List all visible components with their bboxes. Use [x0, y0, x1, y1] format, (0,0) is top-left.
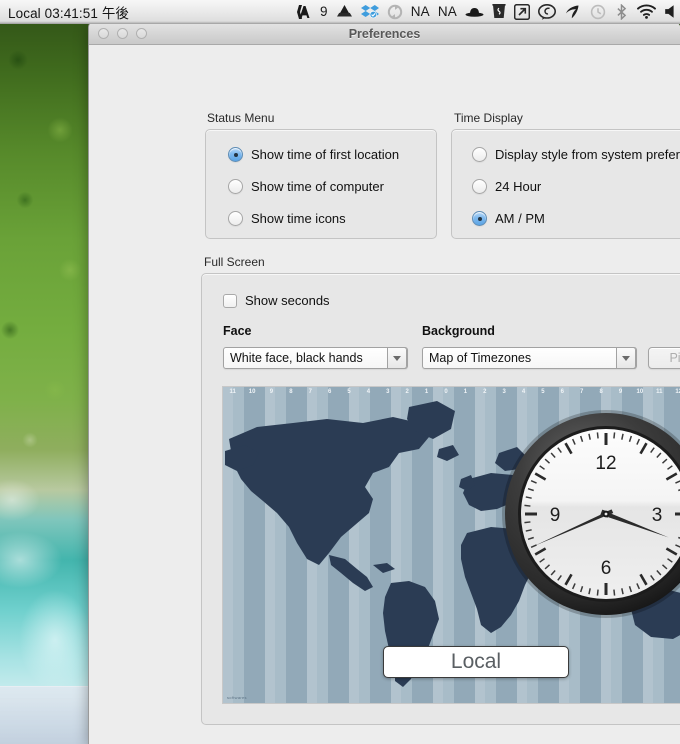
radio-label-system-style: Display style from system preferences: [495, 147, 680, 162]
na-indicator-2[interactable]: NA: [438, 2, 457, 22]
dropbox-icon[interactable]: [360, 2, 379, 22]
clock-numeral-12: 12: [595, 453, 616, 474]
face-label: Face: [223, 324, 252, 338]
preferences-window: Preferences Status Menu Show time of fir…: [88, 22, 680, 744]
radio-indicator-computer[interactable]: [228, 179, 243, 194]
analog-clock: 12 3 6 9: [499, 407, 680, 621]
radio-show-time-first-location[interactable]: Show time of first location: [228, 147, 399, 162]
preview-location-label: Local: [383, 646, 569, 678]
full-screen-group-label: Full Screen: [204, 255, 265, 269]
radio-indicator-system-style[interactable]: [472, 147, 487, 162]
zoom-button[interactable]: [136, 28, 147, 39]
pick-button[interactable]: Pick...: [648, 347, 680, 369]
menu-bar[interactable]: Local 03:41:51 午後 9 NA NA: [0, 0, 680, 24]
radio-label-am-pm: AM / PM: [495, 211, 545, 226]
face-dropdown[interactable]: White face, black hands: [223, 347, 408, 369]
chevron-down-icon[interactable]: [387, 347, 407, 369]
clock-numeral-6: 6: [601, 558, 612, 579]
window-title: Preferences: [348, 26, 421, 41]
checkbox-show-seconds[interactable]: Show seconds: [223, 293, 330, 308]
time-machine-icon[interactable]: [590, 2, 606, 22]
time-display-group: Display style from system preferences 24…: [451, 129, 680, 239]
radio-show-time-computer[interactable]: Show time of computer: [228, 179, 384, 194]
radio-indicator-first-location[interactable]: [228, 147, 243, 162]
radio-label-24-hour: 24 Hour: [495, 179, 542, 194]
wifi-icon[interactable]: [637, 2, 656, 22]
bowler-hat-icon[interactable]: [465, 2, 484, 22]
radio-display-style-system[interactable]: Display style from system preferences: [472, 147, 680, 162]
arrow-box-icon[interactable]: [514, 2, 530, 22]
volume-icon[interactable]: [664, 2, 675, 22]
full-screen-preview: 11 10 9 8 7 6 5 4 3 2 1 0 1 2 3 4 5 6 7 …: [222, 386, 680, 704]
chevron-down-icon[interactable]: [616, 347, 636, 369]
na-indicator-1[interactable]: NA: [411, 2, 430, 22]
radio-indicator-am-pm[interactable]: [472, 211, 487, 226]
face-dropdown-value: White face, black hands: [230, 351, 363, 365]
background-label: Background: [422, 324, 495, 338]
checkbox-label-show-seconds: Show seconds: [245, 293, 330, 308]
speech-bubble-icon[interactable]: [538, 2, 556, 22]
radio-indicator-time-icons[interactable]: [228, 211, 243, 226]
preview-location-text: Local: [450, 650, 502, 673]
window-controls: [89, 28, 147, 39]
status-menu-group-label: Status Menu: [207, 111, 275, 125]
bluetooth-icon[interactable]: [614, 2, 629, 22]
radio-label-first-location: Show time of first location: [251, 147, 400, 162]
background-dropdown-value: Map of Timezones: [429, 351, 532, 365]
google-drive-icon[interactable]: [336, 2, 353, 22]
radio-am-pm[interactable]: AM / PM: [472, 211, 545, 226]
alfred-count[interactable]: 9: [320, 2, 328, 22]
close-button[interactable]: [98, 28, 109, 39]
minimize-button[interactable]: [117, 28, 128, 39]
sync-icon[interactable]: [387, 2, 403, 22]
menubar-status-items: 9 NA NA: [296, 2, 675, 22]
radio-label-time-icons: Show time icons: [251, 211, 346, 226]
radio-indicator-24-hour[interactable]: [472, 179, 487, 194]
background-dropdown[interactable]: Map of Timezones: [422, 347, 637, 369]
clock-numeral-9: 9: [550, 505, 561, 526]
clock-numeral-3: 3: [652, 505, 663, 526]
status-menu-group: Show time of first location Show time of…: [205, 129, 437, 239]
radio-label-computer: Show time of computer: [251, 179, 384, 194]
alfred-icon[interactable]: [296, 2, 312, 22]
radio-24-hour[interactable]: 24 Hour: [472, 179, 541, 194]
checkbox-indicator-show-seconds[interactable]: [223, 293, 237, 308]
time-display-group-label: Time Display: [454, 111, 523, 125]
window-titlebar[interactable]: Preferences: [89, 23, 680, 45]
coffee-cup-icon[interactable]: [492, 2, 506, 22]
menubar-clock[interactable]: Local 03:41:51 午後: [8, 2, 129, 22]
preview-watermark: softwares: [227, 695, 247, 700]
window-body: Status Menu Show time of first location …: [89, 45, 680, 744]
swoosh-icon[interactable]: [564, 2, 582, 22]
radio-show-time-icons[interactable]: Show time icons: [228, 211, 346, 226]
